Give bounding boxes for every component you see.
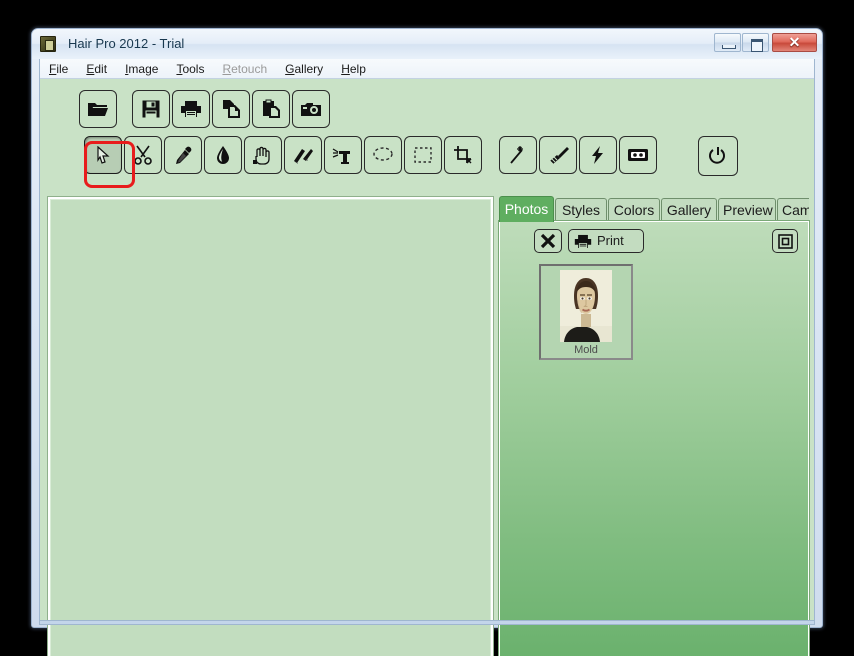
panel-restore-button[interactable] bbox=[772, 229, 798, 253]
image-canvas-frame bbox=[47, 196, 494, 656]
list-item[interactable]: Mold bbox=[539, 264, 633, 360]
tab-styles[interactable]: Styles bbox=[555, 198, 607, 222]
eyedropper-tool[interactable] bbox=[164, 136, 202, 174]
close-icon: ✕ bbox=[788, 34, 801, 50]
list-item-label: Mold bbox=[574, 344, 598, 356]
save-file-button[interactable] bbox=[132, 90, 170, 128]
photos-panel: Print Mold bbox=[498, 220, 810, 656]
status-strip bbox=[39, 620, 815, 625]
screen: Hair Pro 2012 - Trial ✕ File Edit Image … bbox=[0, 0, 854, 656]
print-button[interactable] bbox=[172, 90, 210, 128]
tab-colors[interactable]: Colors bbox=[608, 198, 660, 222]
image-canvas[interactable] bbox=[50, 199, 491, 656]
menu-image[interactable]: Image bbox=[116, 59, 167, 79]
print-button-label: Print bbox=[597, 233, 624, 248]
open-file-button[interactable] bbox=[79, 90, 117, 128]
paste-button[interactable] bbox=[252, 90, 290, 128]
airbrush-tool[interactable] bbox=[324, 136, 362, 174]
maximize-button[interactable] bbox=[742, 33, 769, 52]
window-title: Hair Pro 2012 - Trial bbox=[68, 36, 185, 51]
close-button[interactable]: ✕ bbox=[772, 33, 817, 52]
lightning-tool[interactable] bbox=[579, 136, 617, 174]
lasso-tool[interactable] bbox=[364, 136, 402, 174]
power-exit-button[interactable] bbox=[698, 136, 738, 176]
title-bar[interactable]: Hair Pro 2012 - Trial ✕ bbox=[32, 29, 822, 59]
menu-gallery[interactable]: Gallery bbox=[276, 59, 332, 79]
hair-brush-tool[interactable] bbox=[284, 136, 322, 174]
tab-gallery[interactable]: Gallery bbox=[661, 198, 717, 222]
cut-tool[interactable] bbox=[124, 136, 162, 174]
tools-toolbar bbox=[40, 136, 814, 180]
water-drop-tool[interactable] bbox=[204, 136, 242, 174]
magic-wand-tool[interactable] bbox=[499, 136, 537, 174]
copy-button[interactable] bbox=[212, 90, 250, 128]
menu-bar: File Edit Image Tools Retouch Gallery He… bbox=[40, 59, 814, 79]
menu-tools[interactable]: Tools bbox=[167, 59, 213, 79]
capture-button[interactable] bbox=[292, 90, 330, 128]
tab-preview[interactable]: Preview bbox=[718, 198, 776, 222]
rect-select-tool[interactable] bbox=[404, 136, 442, 174]
minimize-button[interactable] bbox=[714, 33, 741, 52]
app-logo-icon bbox=[40, 36, 56, 52]
client-area: File Edit Image Tools Retouch Gallery He… bbox=[39, 59, 815, 656]
hand-tool[interactable] bbox=[244, 136, 282, 174]
tab-photos[interactable]: Photos bbox=[499, 196, 554, 222]
print-photo-button[interactable]: Print bbox=[568, 229, 644, 253]
menu-retouch: Retouch bbox=[222, 62, 268, 76]
cassette-tool[interactable] bbox=[619, 136, 657, 174]
toolbar-area bbox=[40, 80, 814, 190]
menu-help[interactable]: Help bbox=[332, 59, 375, 79]
crop-tool[interactable] bbox=[444, 136, 482, 174]
file-toolbar bbox=[40, 90, 814, 134]
portrait-photo bbox=[560, 270, 612, 342]
menu-file[interactable]: File bbox=[40, 59, 77, 79]
tab-camera[interactable]: Camera bbox=[777, 198, 809, 222]
application-window: Hair Pro 2012 - Trial ✕ File Edit Image … bbox=[31, 28, 823, 656]
delete-photo-button[interactable] bbox=[534, 229, 562, 253]
broom-tool[interactable] bbox=[539, 136, 577, 174]
side-panel: Photos Styles Colors Gallery Preview Cam… bbox=[498, 196, 810, 656]
select-tool[interactable] bbox=[84, 136, 122, 174]
panel-tabstrip: Photos Styles Colors Gallery Preview Cam… bbox=[499, 196, 809, 222]
photos-toolbar: Print bbox=[500, 222, 808, 258]
menu-edit[interactable]: Edit bbox=[77, 59, 116, 79]
